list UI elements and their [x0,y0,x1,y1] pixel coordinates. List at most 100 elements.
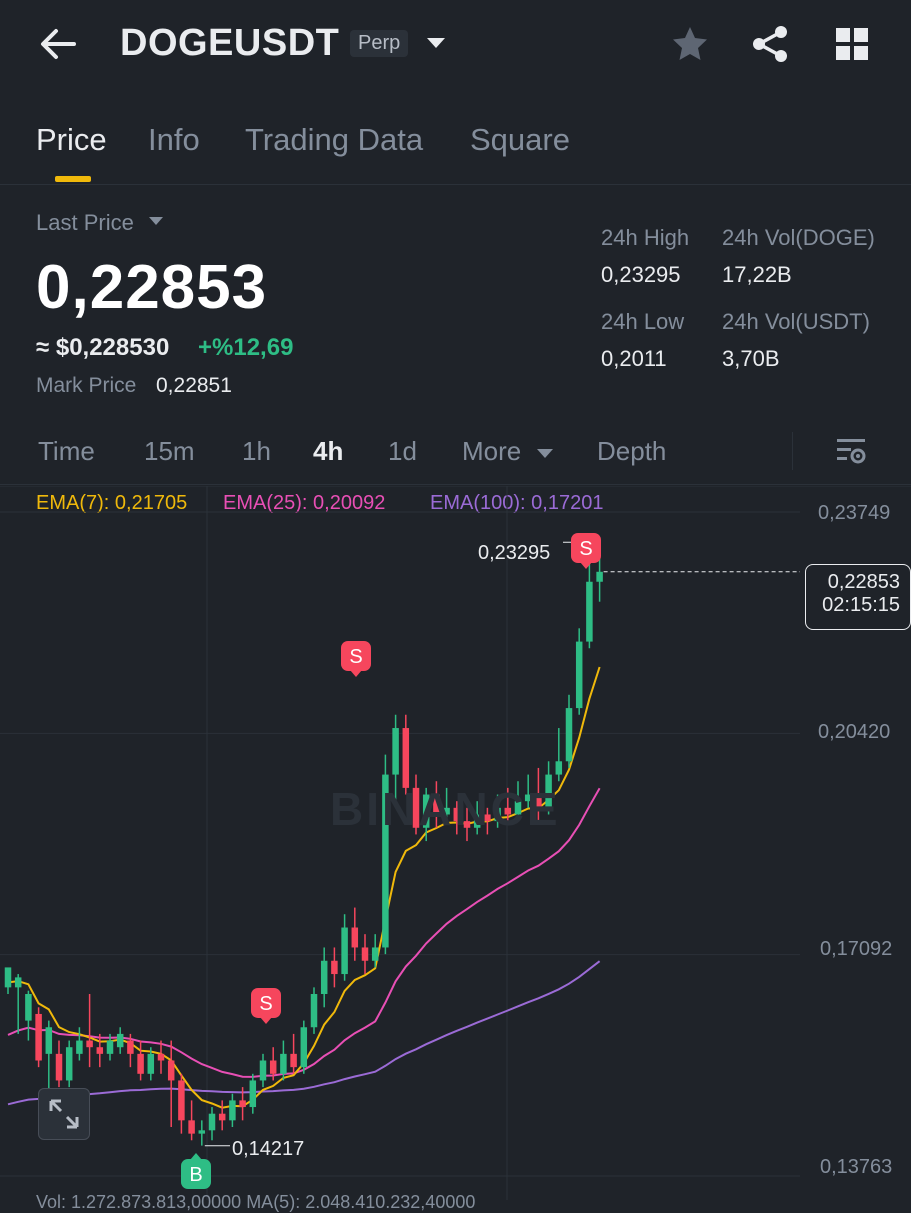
y-tick-2: 0,20420 [818,721,891,743]
candle [218,1100,226,1131]
candle [575,628,583,715]
interval-divider [792,432,793,470]
candle [290,1033,297,1074]
candle [55,1040,63,1088]
high-24h-value: 0,23295 [601,262,681,287]
usd-approx-price: ≈ $0,228530 [36,334,170,361]
main-tabs: Price Info Trading Data Square [0,110,911,185]
vol-doge-label: 24h Vol(DOGE) [722,225,875,250]
candle-body [555,761,563,775]
symbol-title[interactable]: DOGEUSDT [120,22,339,65]
candle-body [310,994,318,1028]
vol-usdt-label: 24h Vol(USDT) [722,309,870,334]
candle-body [45,1027,53,1054]
chart-settings-icon[interactable] [834,434,868,473]
grid-icon[interactable] [834,26,870,67]
candle-body [331,960,338,975]
y-tick-4: 0,13763 [820,1156,893,1178]
signal-badge-pointer [190,1153,202,1160]
candle-body [341,927,348,975]
interval-more[interactable]: More [462,436,521,467]
candles [4,541,603,1146]
last-price-caret-icon[interactable] [148,214,164,232]
candle [188,1100,195,1141]
candle-body [290,1053,297,1068]
share-icon[interactable] [750,24,790,69]
sell-signal-badge: S [571,533,601,569]
vol-usdt-value: 3,70B [722,346,780,371]
candle-body [127,1040,134,1054]
signal-badge-label: S [259,993,272,1015]
candle-body [55,1053,63,1081]
fullscreen-expand-button[interactable] [38,1088,90,1140]
contract-type-badge: Perp [350,30,409,57]
candle [351,907,359,961]
more-caret-icon[interactable] [536,447,554,465]
tab-square[interactable]: Square [470,122,570,158]
signal-badge-label: B [189,1164,202,1186]
mark-price-value: 0,22851 [156,374,232,397]
interval-4h[interactable]: 4h [313,436,343,467]
interval-bar: Time 15m 1h 4h 1d More Depth [0,420,911,485]
tab-info[interactable]: Info [148,122,200,158]
candle [86,994,93,1068]
candle-body [320,960,328,995]
y-tick-1: 0,23749 [818,502,891,524]
interval-time[interactable]: Time [38,436,95,467]
interval-depth[interactable]: Depth [597,436,666,467]
candle [249,1073,257,1114]
candle-body [208,1113,216,1131]
candle [137,1040,144,1081]
candle-body [86,1040,93,1048]
candle [65,1040,73,1088]
candle [208,1107,216,1141]
interval-15m[interactable]: 15m [144,436,195,467]
candle [310,987,318,1034]
expand-icon [49,1099,79,1129]
candle-body [76,1040,83,1054]
star-icon[interactable] [670,24,710,69]
candle-countdown: 02:15:15 [822,594,900,616]
candle-body [137,1053,144,1074]
candle [96,1033,104,1068]
interval-1h[interactable]: 1h [242,436,271,467]
candle-body [259,1060,267,1081]
candle-body [35,1013,42,1061]
tab-price[interactable]: Price [36,122,107,158]
candle-body [218,1113,226,1121]
candle-body [361,947,369,961]
candle-body [106,1040,114,1054]
candle [555,728,563,782]
candle-body [239,1100,246,1108]
candle [76,1027,83,1061]
candle-body [157,1053,165,1061]
candlestick-chart[interactable]: S S S B [0,486,911,1200]
interval-1d[interactable]: 1d [388,436,417,467]
candle-body [402,728,410,788]
candle-body [65,1047,73,1081]
dropdown-caret-icon[interactable] [426,36,446,55]
candle [198,1120,206,1146]
candle [371,934,379,968]
candle [167,1040,175,1127]
candle [45,1020,53,1094]
candle-body [575,641,583,709]
back-arrow-icon[interactable] [36,22,80,66]
high-marker-label: 0,23295 [478,542,551,564]
candle [320,947,328,1008]
candle [331,947,338,988]
candle-body [188,1120,195,1134]
chart-grid [0,486,911,1200]
sell-signal-badge: S [251,988,281,1024]
mark-price-label: Mark Price [36,374,137,397]
signal-badge-pointer [350,670,362,677]
low-24h-label: 24h Low [601,309,685,334]
candle-body [198,1130,206,1134]
candle [14,974,22,1034]
candle [259,1053,267,1088]
tab-trading-data[interactable]: Trading Data [245,122,423,158]
candle-body [14,977,22,988]
last-price-label[interactable]: Last Price [36,210,134,236]
candle-body [565,708,573,762]
candle-body [249,1080,257,1108]
